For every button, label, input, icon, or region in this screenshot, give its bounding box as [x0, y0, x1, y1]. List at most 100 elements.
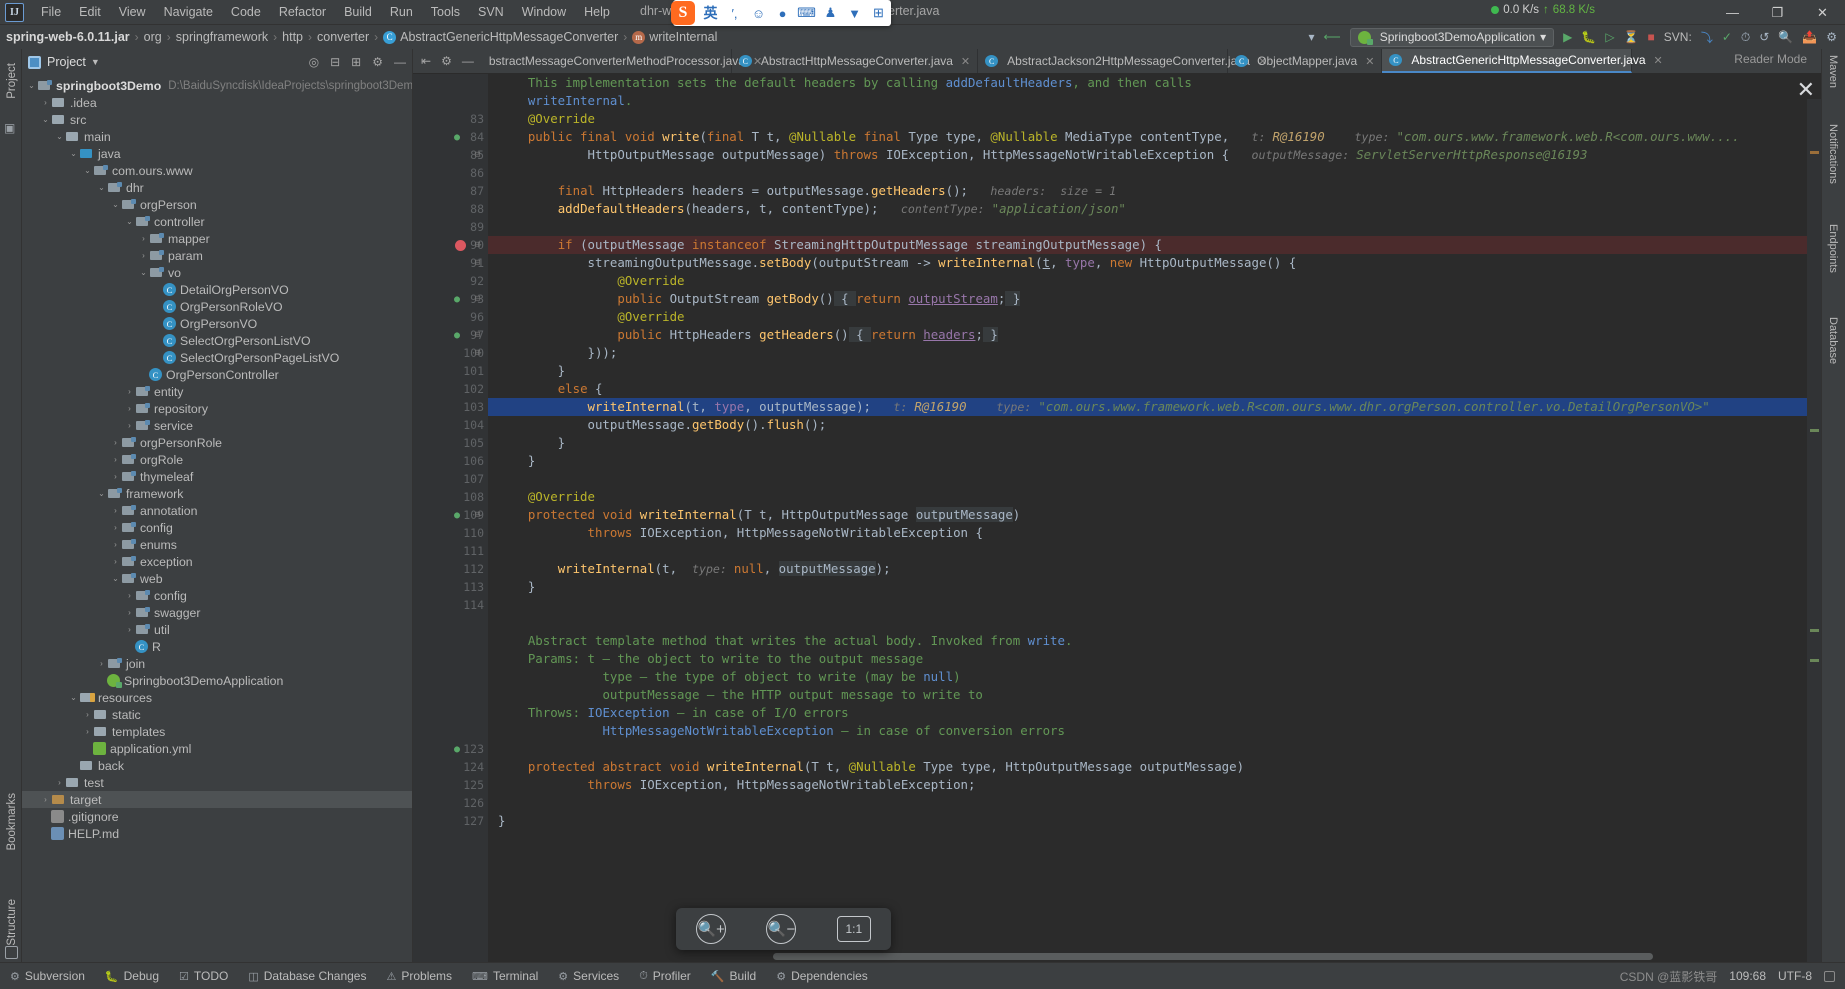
tree-item[interactable]: ⌄ framework: [22, 485, 412, 502]
tree-item[interactable]: › target: [22, 791, 412, 808]
tree-item[interactable]: › back: [22, 757, 412, 774]
chevron-down-icon[interactable]: ▼: [91, 57, 100, 67]
project-tree[interactable]: ⌄ springboot3Demo D:\BaiduSyncdisk\IdeaPro…: [22, 75, 412, 842]
zoom-out-button[interactable]: 🔍−: [766, 914, 797, 944]
tree-item[interactable]: ›CR: [22, 638, 412, 655]
hide-panel-icon[interactable]: —: [394, 55, 406, 69]
gutter-line[interactable]: 103: [413, 398, 488, 416]
gutter-line[interactable]: 104: [413, 416, 488, 434]
breadcrumb-http[interactable]: http: [282, 30, 303, 44]
code-line[interactable]: public HttpHeaders getHeaders() { return…: [488, 326, 1821, 344]
breadcrumb-springframework[interactable]: springframework: [176, 30, 268, 44]
gutter-line[interactable]: 97 ● ⊟: [413, 326, 488, 344]
chevron-down-icon[interactable]: ⌄: [82, 166, 93, 175]
gutter-line[interactable]: 124: [413, 758, 488, 776]
chevron-right-icon[interactable]: ›: [124, 421, 135, 430]
settings-corner-icon[interactable]: [5, 946, 18, 959]
gutter-line[interactable]: 107: [413, 470, 488, 488]
tree-item[interactable]: › mapper: [22, 230, 412, 247]
code-line[interactable]: [488, 614, 1821, 632]
menu-code[interactable]: Code: [222, 2, 270, 22]
chevron-down-icon[interactable]: ⌄: [110, 200, 121, 209]
code-line[interactable]: protected void writeInternal(T t, HttpOu…: [488, 506, 1821, 524]
stripe-marker[interactable]: [1810, 629, 1819, 632]
code-line[interactable]: [488, 794, 1821, 812]
code-folding-icon[interactable]: ⊟: [475, 258, 480, 268]
gutter-line[interactable]: 108: [413, 488, 488, 506]
code-line[interactable]: writeInternal(t, type, outputMessage); t…: [488, 398, 1821, 416]
close-button[interactable]: ✕: [1800, 0, 1845, 25]
chevron-right-icon[interactable]: ›: [152, 285, 163, 294]
code-line[interactable]: [488, 740, 1821, 758]
gutter-line[interactable]: 102: [413, 380, 488, 398]
gutter-line[interactable]: 85 ⊟: [413, 146, 488, 164]
ime-keyboard-icon[interactable]: ⌨: [797, 5, 816, 21]
tree-item[interactable]: › exception: [22, 553, 412, 570]
tree-item[interactable]: › application.yml: [22, 740, 412, 757]
ime-punctuation-icon[interactable]: ′,: [726, 6, 743, 21]
code-line[interactable]: streamingOutputMessage.setBody(outputStr…: [488, 254, 1821, 272]
chevron-down-icon[interactable]: ⌄: [96, 183, 107, 192]
tree-item[interactable]: › Springboot3DemoApplication: [22, 672, 412, 689]
bottom-tab-debug[interactable]: 🐛 Debug: [95, 963, 169, 989]
editor-zoom-controls[interactable]: 🔍+ 🔍− 1:1: [676, 908, 891, 950]
tree-item[interactable]: ⌄ dhr: [22, 179, 412, 196]
code-line[interactable]: [488, 830, 1821, 848]
chevron-down-icon[interactable]: ⌄: [96, 489, 107, 498]
bottom-tab-profiler[interactable]: ⏱ Profiler: [629, 963, 701, 989]
tree-item[interactable]: ⌄ springboot3Demo D:\BaiduSyncdisk\IdeaPro…: [22, 77, 412, 94]
tab-abstract-generic-http-message-converter[interactable]: C AbstractGenericHttpMessageConverter.ja…: [1382, 49, 1663, 73]
editor-settings-icon[interactable]: ⚙: [441, 54, 452, 68]
override-marker-icon[interactable]: ●: [454, 294, 460, 305]
gutter-line[interactable]: [413, 650, 488, 668]
sogou-logo-icon[interactable]: S: [671, 1, 695, 25]
chevron-down-icon[interactable]: ⌄: [124, 217, 135, 226]
tree-item[interactable]: › templates: [22, 723, 412, 740]
menu-view[interactable]: View: [110, 2, 155, 22]
tool-tab-bookmarks[interactable]: Bookmarks: [3, 787, 21, 857]
bottom-tab-database-changes[interactable]: ◫ Database Changes: [238, 963, 376, 989]
gutter-line[interactable]: 123 ●: [413, 740, 488, 758]
gutter-line[interactable]: 84 ●: [413, 128, 488, 146]
chevron-right-icon[interactable]: ›: [82, 744, 93, 753]
ime-skin-icon[interactable]: ▼: [846, 6, 863, 21]
search-everywhere-icon[interactable]: 🔍: [1778, 30, 1793, 44]
tree-item[interactable]: ›C SelectOrgPersonPageListVO: [22, 349, 412, 366]
tool-tab-project[interactable]: Project: [3, 57, 21, 105]
bottom-tab-terminal[interactable]: ⌨ Terminal: [462, 963, 548, 989]
collapse-all-icon[interactable]: ⊞: [351, 55, 361, 69]
gutter-line[interactable]: 87: [413, 182, 488, 200]
chevron-right-icon[interactable]: ›: [40, 829, 51, 838]
gutter-line[interactable]: [413, 614, 488, 632]
gutter-line[interactable]: 91 ⊟: [413, 254, 488, 272]
chevron-right-icon[interactable]: ›: [152, 336, 163, 345]
code-line[interactable]: @Override: [488, 272, 1821, 290]
chevron-right-icon[interactable]: ›: [152, 353, 163, 362]
back-arrow-icon[interactable]: ⟵: [1324, 30, 1341, 44]
breakpoint-icon[interactable]: [455, 239, 466, 251]
chevron-down-icon[interactable]: ⌄: [26, 81, 37, 90]
menu-window[interactable]: Window: [513, 2, 575, 22]
run-button-icon[interactable]: ▶: [1563, 30, 1572, 44]
tree-item[interactable]: › .idea: [22, 94, 412, 111]
tool-tab-notifications[interactable]: Notifications: [1827, 124, 1839, 184]
code-line[interactable]: [488, 596, 1821, 614]
tree-item[interactable]: ⌄ com.ours.www: [22, 162, 412, 179]
chevron-right-icon[interactable]: ›: [152, 319, 163, 328]
override-marker-icon[interactable]: ●: [454, 132, 460, 143]
code-line[interactable]: }: [488, 452, 1821, 470]
gutter-line[interactable]: 90 ⊟: [413, 236, 488, 254]
override-marker-icon[interactable]: ●: [454, 330, 460, 341]
chevron-right-icon[interactable]: ›: [40, 812, 51, 821]
tree-item[interactable]: › repository: [22, 400, 412, 417]
stripe-marker[interactable]: [1810, 151, 1819, 154]
tab-object-mapper[interactable]: C ObjectMapper.java ✕: [1228, 49, 1383, 73]
gutter-line[interactable]: 111: [413, 542, 488, 560]
chevron-right-icon[interactable]: ›: [110, 455, 121, 464]
code-line[interactable]: type – the type of object to write (may …: [488, 668, 1821, 686]
ime-emoji-icon[interactable]: ☺: [750, 6, 767, 21]
gutter-line[interactable]: 89: [413, 218, 488, 236]
chevron-right-icon[interactable]: ›: [54, 778, 65, 787]
chevron-right-icon[interactable]: ›: [138, 234, 149, 243]
override-marker-icon[interactable]: ●: [454, 744, 460, 755]
